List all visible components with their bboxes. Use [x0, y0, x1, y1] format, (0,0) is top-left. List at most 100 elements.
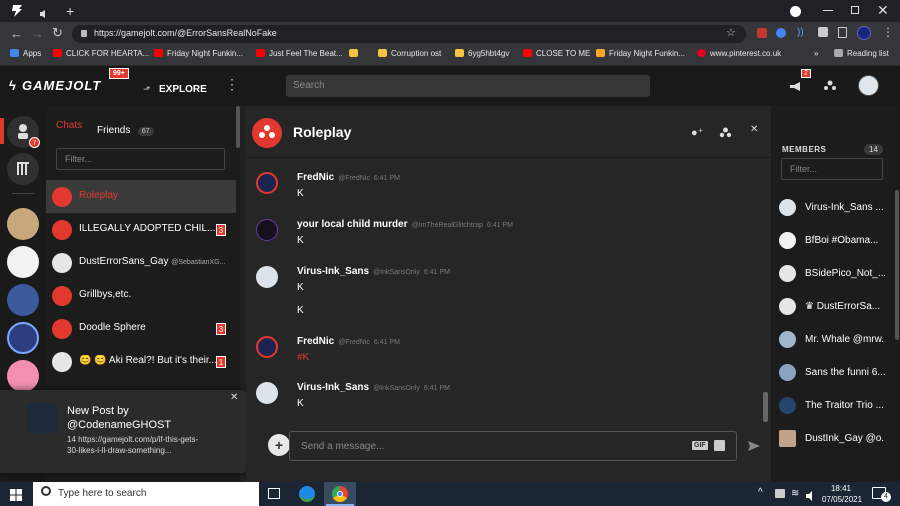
bookmark-item[interactable]: Friday Night Funkin... [596, 49, 685, 58]
lock-icon[interactable] [81, 30, 87, 37]
avatar[interactable] [857, 26, 871, 40]
library-icon [17, 162, 29, 175]
avatar[interactable] [256, 172, 278, 194]
wifi-icon[interactable]: ≋ [791, 488, 799, 499]
browser-tab-bar: + ✕ [0, 0, 900, 22]
taskbar-clock[interactable]: 18:41 07/05/2021 [822, 483, 862, 505]
profile-circle-icon[interactable] [790, 6, 801, 17]
send-icon[interactable] [748, 439, 760, 451]
message-author[interactable]: FredNic [297, 336, 334, 347]
gamejolt-favicon-icon[interactable] [10, 4, 24, 18]
members-filter-input[interactable]: Filter... [781, 158, 883, 180]
list-item[interactable]: DustInk_Gay @o... [771, 421, 896, 454]
search-input[interactable]: Search [286, 75, 650, 97]
chat-list-scrollbar[interactable] [236, 106, 240, 148]
rail-avatar[interactable] [7, 322, 39, 354]
avatar[interactable] [256, 336, 278, 358]
extension-icon[interactable] [776, 28, 786, 38]
avatar[interactable] [256, 219, 278, 241]
taskbar-search-input[interactable]: Type here to search [33, 482, 259, 506]
list-item[interactable]: Grillbys,etc. [46, 279, 236, 312]
volume-icon[interactable] [806, 488, 816, 501]
rail-avatar[interactable] [7, 246, 39, 278]
message-author[interactable]: Virus-Ink_Sans [297, 382, 369, 393]
bookmark-apps[interactable]: Apps [10, 49, 41, 58]
reload-icon[interactable]: ↻ [52, 25, 63, 41]
extensions-puzzle-icon[interactable] [818, 27, 828, 37]
menu-dots-icon[interactable]: ⋮ [882, 25, 894, 39]
rail-avatar[interactable] [7, 208, 39, 240]
bookmark-item[interactable]: Just Feel The Beat... [256, 49, 343, 58]
chat-message: your local child murder @ImTheRealGlitcht… [246, 217, 746, 251]
list-item[interactable]: Mr. Whale @mrw... [771, 322, 896, 355]
back-icon[interactable]: ← [10, 26, 23, 41]
add-attachment-button[interactable]: + [268, 434, 290, 456]
avatar[interactable] [256, 382, 278, 404]
bookmark-item[interactable]: www.pinterest.co.uk [697, 49, 781, 58]
message-input[interactable]: Send a message... GIF [289, 431, 737, 461]
list-item[interactable]: DustErrorSans_Gay @SebastianXG... [46, 246, 236, 279]
close-icon[interactable]: ✕ [230, 392, 238, 403]
list-item[interactable]: BSidePico_Not_... [771, 256, 896, 289]
speaker-icon[interactable] [39, 6, 49, 18]
members-scrollbar[interactable] [895, 190, 899, 340]
messages-scrollbar[interactable] [763, 392, 768, 422]
message-author[interactable]: your local child murder [297, 219, 408, 230]
bookmark-item[interactable]: CLOSE TO ME [523, 49, 590, 58]
bookmark-star-icon[interactable]: ☆ [726, 26, 736, 39]
friends-icon[interactable] [823, 79, 837, 91]
list-item[interactable]: BfBoi #Obama... [771, 223, 896, 256]
bookmark-item[interactable]: Friday Night Funkin... [154, 49, 243, 58]
list-item[interactable]: ILLEGALLY ADOPTED CHIL... 3 [46, 213, 236, 246]
forward-icon[interactable]: → [31, 26, 44, 41]
message-author[interactable]: Virus-Ink_Sans [297, 266, 369, 277]
post-notification[interactable]: New Post by @CodenameGHOST 14 https://ga… [0, 390, 247, 473]
list-item[interactable]: Doodle Sphere 3 [46, 312, 236, 345]
chrome-taskbar-button[interactable] [324, 482, 356, 506]
restore-icon[interactable] [851, 6, 859, 14]
rail-avatar[interactable] [7, 360, 39, 392]
windows-start-icon[interactable] [10, 488, 22, 501]
gif-button[interactable]: GIF [692, 441, 708, 450]
members-icon[interactable] [719, 126, 732, 138]
tab-friends[interactable]: Friends 67 [97, 120, 154, 138]
list-item[interactable]: Sans the funni 6... [771, 355, 896, 388]
more-menu-icon[interactable]: ⋮ [225, 76, 239, 93]
avatar[interactable] [256, 266, 278, 288]
url-field[interactable]: https://gamejolt.com/@ErrorSansRealNoFak… [72, 25, 746, 43]
rail-active-indicator [0, 118, 4, 144]
reading-list[interactable]: Reading list [834, 49, 889, 58]
extension-icon[interactable]: )) [797, 27, 804, 38]
list-item[interactable]: The Traitor Trio ... [771, 388, 896, 421]
list-item[interactable]: 😊 😊 Aki Real?! But it's their... 1 [46, 345, 236, 378]
bookmark-item[interactable]: CLICK FOR HEARTA... [53, 49, 149, 58]
bookmark-item[interactable] [349, 49, 362, 58]
library-rail-button[interactable] [7, 153, 39, 185]
bookmarks-overflow[interactable]: » [814, 49, 818, 58]
notification-title: New Post by @CodenameGHOST [67, 405, 172, 431]
tray-chevron-icon[interactable]: ^ [758, 487, 763, 498]
chat-filter-input[interactable]: Filter... [56, 148, 225, 170]
list-item[interactable]: Roleplay [46, 180, 236, 213]
window-close-icon[interactable]: ✕ [877, 2, 889, 19]
megaphone-icon[interactable] [789, 79, 802, 91]
close-icon[interactable]: ✕ [750, 124, 758, 135]
minimize-icon[interactable] [823, 10, 833, 11]
tab-close-icon[interactable]: + [66, 4, 74, 18]
edge-icon[interactable] [299, 486, 315, 502]
list-item[interactable]: Virus-Ink_Sans ... [771, 190, 896, 223]
extension-icon[interactable] [838, 27, 847, 38]
task-view-icon[interactable] [268, 488, 280, 499]
tab-chats[interactable]: Chats [56, 120, 82, 131]
rail-avatar[interactable] [7, 284, 39, 316]
avatar[interactable] [858, 75, 879, 96]
bookmark-item[interactable]: Corruption ost [378, 49, 441, 58]
tray-icon[interactable] [775, 489, 785, 498]
message-author[interactable]: FredNic [297, 172, 334, 183]
add-user-icon[interactable]: ●⁺ [691, 126, 703, 139]
list-item[interactable]: ♛ DustErrorSa... [771, 289, 896, 322]
extension-icon[interactable] [757, 28, 767, 38]
emoji-icon[interactable] [714, 440, 725, 451]
bookmark-item[interactable]: 6yg5hbt4gv [455, 49, 509, 58]
explore-button[interactable]: ⬏ EXPLORE [143, 79, 207, 97]
